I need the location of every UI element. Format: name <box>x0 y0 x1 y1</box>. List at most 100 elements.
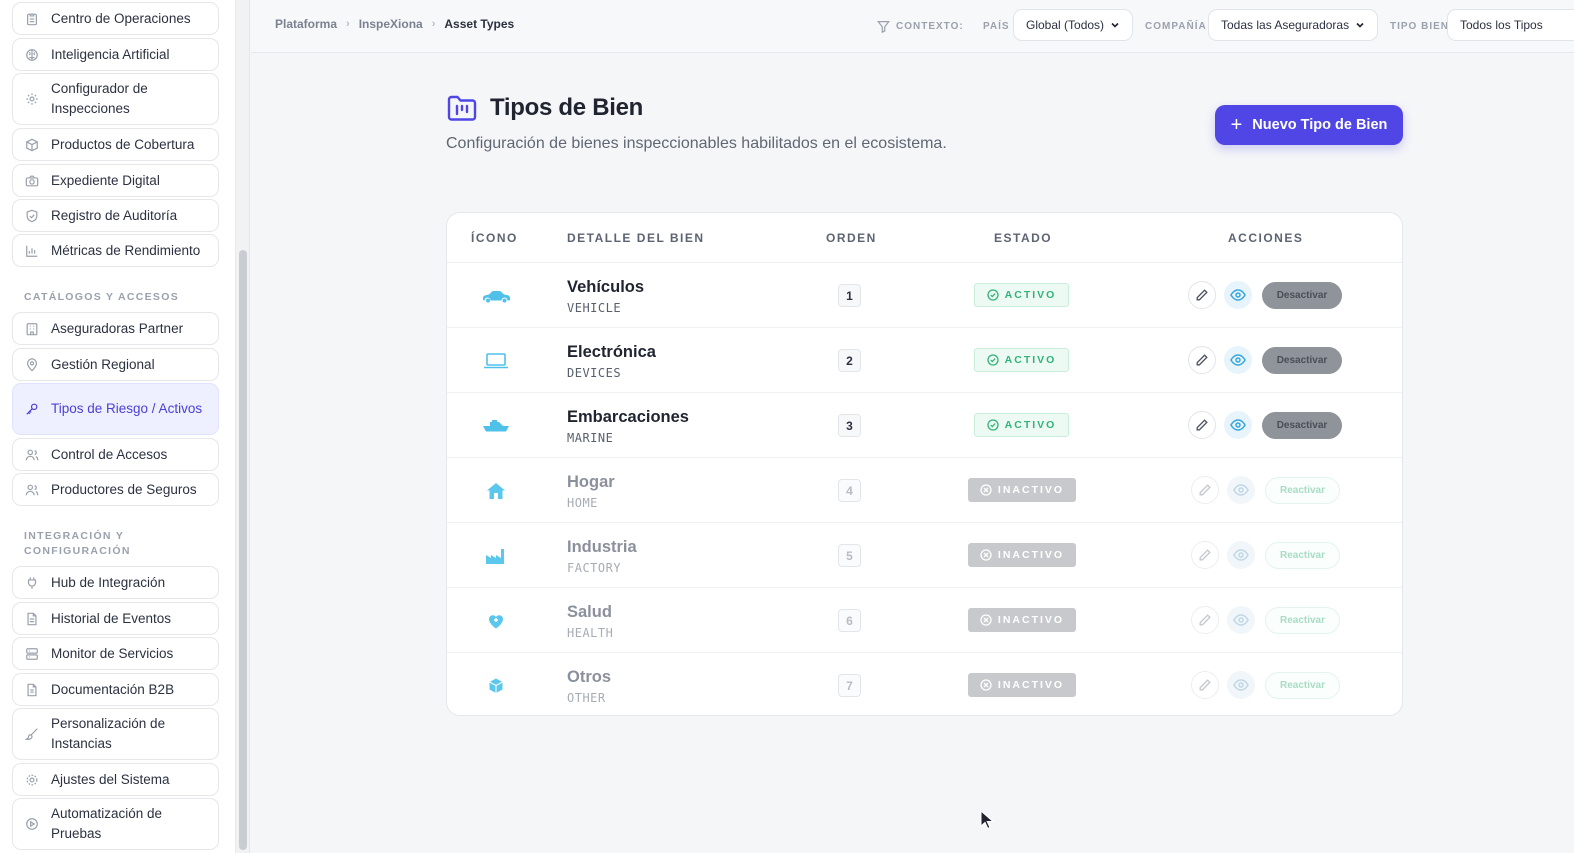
deactivate-button[interactable]: Desactivar <box>1262 412 1342 439</box>
sidebar-item-monitor-servicios[interactable]: Monitor de Servicios <box>12 637 219 670</box>
sidebar-item-label: Hub de Integración <box>51 574 166 590</box>
sidebar-item-label: Centro de Operaciones <box>51 10 191 26</box>
chevron-right-icon: › <box>431 18 436 30</box>
brush-icon <box>25 728 38 741</box>
document-icon <box>27 683 37 696</box>
edit-button[interactable] <box>1188 281 1216 309</box>
edit-button[interactable] <box>1191 541 1219 569</box>
x-circle-icon <box>980 679 992 691</box>
sidebar-item-automatizacion-pruebas[interactable]: Automatización de Pruebas <box>12 798 219 850</box>
clipboard-icon <box>27 13 37 25</box>
company-select[interactable]: Todas las Aseguradoras <box>1208 9 1378 41</box>
column-header-estado: ESTADO <box>994 231 1053 245</box>
sidebar-item-registro-auditoria[interactable]: Registro de Auditoría <box>12 199 219 232</box>
sidebar-scrollbar[interactable] <box>236 0 250 853</box>
gear-icon <box>26 774 38 785</box>
ship-icon <box>483 420 509 432</box>
reactivate-button[interactable]: Reactivar <box>1265 542 1340 569</box>
sidebar-item-expediente-digital[interactable]: Expediente Digital <box>12 164 219 197</box>
asset-code: HEALTH <box>567 626 614 640</box>
breadcrumb-plataforma[interactable]: Plataforma <box>275 17 337 31</box>
view-button[interactable] <box>1227 476 1255 504</box>
context-label: CONTEXTO: <box>877 0 964 53</box>
breadcrumb-inspexiona[interactable]: InspeXiona <box>359 17 423 31</box>
sidebar-section-catalogos: CATÁLOGOS Y ACCESOS <box>24 291 179 303</box>
chevron-down-icon <box>1111 22 1119 28</box>
sidebar-item-configurador-inspecciones[interactable]: Configurador de Inspecciones <box>12 73 219 125</box>
order-badge: 2 <box>838 349 861 372</box>
edit-button[interactable] <box>1191 606 1219 634</box>
table-row: Electrónica DEVICES 2 ACTIVO Desactivar <box>447 328 1402 393</box>
reactivate-button[interactable]: Reactivar <box>1265 607 1340 634</box>
sidebar-item-label: Productores de Seguros <box>51 481 197 497</box>
sidebar-item-tipos-riesgo[interactable]: Tipos de Riesgo / Activos <box>12 383 219 435</box>
edit-button[interactable] <box>1191 671 1219 699</box>
eye-icon <box>1230 354 1246 366</box>
sidebar-item-label: Documentación B2B <box>51 681 175 697</box>
view-button[interactable] <box>1224 281 1252 309</box>
sidebar-item-label: Métricas de Rendimiento <box>51 242 201 258</box>
view-button[interactable] <box>1227 671 1255 699</box>
sidebar-item-gestion-regional[interactable]: Gestión Regional <box>12 348 219 381</box>
asset-code: DEVICES <box>567 366 622 380</box>
sidebar-item-label: Expediente Digital <box>51 172 160 188</box>
sidebar-item-label: Productos de Cobertura <box>51 136 195 152</box>
sidebar-item-documentacion-b2b[interactable]: Documentación B2B <box>12 673 219 706</box>
column-header-detalle: DETALLE DEL BIEN <box>567 231 705 245</box>
sidebar-section-integracion: INTEGRACIÓN Y CONFIGURACIÓN <box>24 530 131 557</box>
view-button[interactable] <box>1224 346 1252 374</box>
sidebar-item-metricas-rendimiento[interactable]: Métricas de Rendimiento <box>12 234 219 267</box>
check-circle-icon <box>987 354 999 366</box>
asset-name: Salud <box>567 603 612 621</box>
company-select-value: Todas las Aseguradoras <box>1221 18 1350 32</box>
sidebar-scrollbar-thumb[interactable] <box>239 250 247 850</box>
deactivate-button[interactable]: Desactivar <box>1262 282 1342 309</box>
country-select-value: Global (Todos) <box>1026 18 1105 32</box>
sidebar-item-personalizacion-instancias[interactable]: Personalización de Instancias <box>12 708 219 760</box>
reactivate-button[interactable]: Reactivar <box>1265 672 1340 699</box>
plus-icon: + <box>1230 114 1243 136</box>
deactivate-button[interactable]: Desactivar <box>1262 347 1342 374</box>
sidebar-item-ajustes-sistema[interactable]: Ajustes del Sistema <box>12 763 219 796</box>
map-pin-icon <box>27 357 37 372</box>
edit-button[interactable] <box>1188 346 1216 374</box>
view-button[interactable] <box>1224 411 1252 439</box>
sidebar-item-historial-eventos[interactable]: Historial de Eventos <box>12 602 219 635</box>
edit-button[interactable] <box>1191 476 1219 504</box>
pencil-icon <box>1199 614 1211 626</box>
play-circle-icon <box>26 818 38 830</box>
x-circle-icon <box>980 549 992 561</box>
factory-icon <box>486 549 504 564</box>
sidebar-item-centro-operaciones[interactable]: Centro de Operaciones <box>12 2 219 35</box>
new-asset-type-button[interactable]: + Nuevo Tipo de Bien <box>1215 105 1403 145</box>
asset-code: HOME <box>567 496 598 510</box>
sidebar-item-label: Inteligencia Artificial <box>51 46 170 62</box>
filter-label-tipo-bien: TIPO BIEN <box>1390 21 1450 32</box>
order-badge: 6 <box>838 609 861 632</box>
camera-icon <box>25 175 39 186</box>
asset-type-select[interactable]: Todos los Tipos <box>1447 9 1574 41</box>
view-button[interactable] <box>1227 541 1255 569</box>
plug-icon <box>27 576 37 589</box>
sidebar-item-productos-cobertura[interactable]: Productos de Cobertura <box>12 128 219 161</box>
sidebar-item-inteligencia-artificial[interactable]: Inteligencia Artificial <box>12 38 219 71</box>
reactivate-button[interactable]: Reactivar <box>1265 477 1340 504</box>
edit-button[interactable] <box>1188 411 1216 439</box>
country-select[interactable]: Global (Todos) <box>1013 9 1133 41</box>
sidebar-item-control-accesos[interactable]: Control de Accesos <box>12 438 219 471</box>
asset-name: Industria <box>567 538 637 556</box>
order-badge: 4 <box>838 479 861 502</box>
sidebar-item-hub-integracion[interactable]: Hub de Integración <box>12 566 219 599</box>
heart-icon <box>489 615 503 629</box>
breadcrumb-current: Asset Types <box>444 17 515 31</box>
asset-code: FACTORY <box>567 561 622 575</box>
sidebar-item-label: Tipos de Riesgo / Activos <box>51 401 203 416</box>
sidebar-item-label: Historial de Eventos <box>51 610 172 626</box>
order-badge: 1 <box>838 284 861 307</box>
table-row: Embarcaciones MARINE 3 ACTIVO Desactivar <box>447 393 1402 458</box>
settings-icon <box>26 93 38 105</box>
view-button[interactable] <box>1227 606 1255 634</box>
sidebar-item-aseguradoras-partner[interactable]: Aseguradoras Partner <box>12 312 219 345</box>
sidebar-item-productores-seguros[interactable]: Productores de Seguros <box>12 473 219 506</box>
users-icon <box>25 484 39 495</box>
